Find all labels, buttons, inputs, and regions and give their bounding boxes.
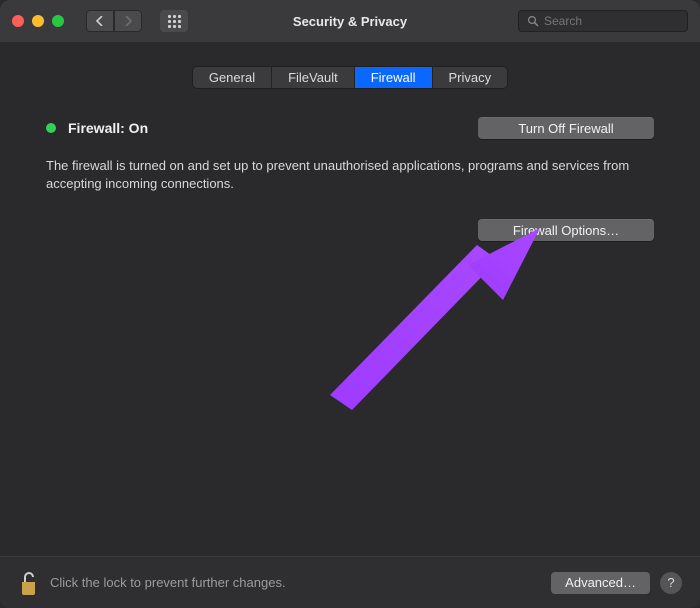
forward-button[interactable] [114, 10, 142, 32]
chevron-right-icon [124, 16, 132, 26]
search-icon [527, 15, 539, 27]
turn-off-firewall-button[interactable]: Turn Off Firewall [478, 117, 654, 139]
tabs: General FileVault Firewall Privacy [192, 66, 508, 89]
zoom-window-button[interactable] [52, 15, 64, 27]
advanced-button[interactable]: Advanced… [551, 572, 650, 594]
tab-filevault[interactable]: FileVault [272, 67, 355, 88]
firewall-panel: Firewall: On Turn Off Firewall The firew… [0, 89, 700, 241]
footer: Click the lock to prevent further change… [0, 556, 700, 608]
firewall-options-button[interactable]: Firewall Options… [478, 219, 654, 241]
tabs-row: General FileVault Firewall Privacy [0, 66, 700, 89]
chevron-left-icon [96, 16, 104, 26]
tab-general[interactable]: General [193, 67, 272, 88]
minimize-window-button[interactable] [32, 15, 44, 27]
firewall-status: Firewall: On [46, 120, 148, 136]
tab-firewall[interactable]: Firewall [355, 67, 433, 88]
lock-text: Click the lock to prevent further change… [50, 575, 286, 590]
firewall-options-row: Firewall Options… [46, 219, 654, 241]
firewall-status-row: Firewall: On Turn Off Firewall [46, 117, 654, 139]
help-button[interactable]: ? [660, 572, 682, 594]
nav-arrows [86, 10, 142, 32]
help-icon: ? [667, 575, 674, 590]
search-input[interactable] [544, 14, 679, 28]
show-all-button[interactable] [160, 10, 188, 32]
tab-privacy[interactable]: Privacy [433, 67, 508, 88]
titlebar: Security & Privacy [0, 0, 700, 42]
back-button[interactable] [86, 10, 114, 32]
traffic-lights [12, 15, 64, 27]
search-field-wrap[interactable] [518, 10, 688, 32]
preferences-window: Security & Privacy General FileVault Fir… [0, 0, 700, 608]
lock-area[interactable]: Click the lock to prevent further change… [18, 570, 286, 596]
close-window-button[interactable] [12, 15, 24, 27]
status-dot-icon [46, 123, 56, 133]
lock-open-icon [18, 570, 40, 596]
grid-icon [168, 15, 181, 28]
firewall-description: The firewall is turned on and set up to … [46, 157, 646, 193]
firewall-status-label: Firewall: On [68, 120, 148, 136]
